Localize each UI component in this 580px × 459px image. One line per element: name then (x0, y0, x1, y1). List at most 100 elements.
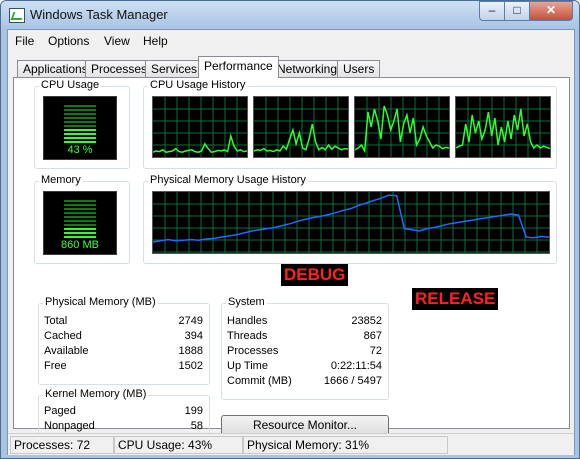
memory-group: Memory 860 MB (34, 174, 130, 264)
tab-performance[interactable]: Performance (198, 56, 279, 78)
meter-segment (64, 121, 96, 123)
tab-services[interactable]: Services (145, 60, 204, 77)
stat-row: Nonpaged 58 (44, 420, 203, 434)
cpu-usage-value: 43 % (67, 144, 93, 156)
stat-value: 394 (184, 330, 203, 342)
graph-line (355, 105, 449, 154)
meter-segment (64, 113, 96, 115)
tab-processes[interactable]: Processes (85, 60, 154, 77)
meter-segment (64, 208, 96, 210)
graph-line (153, 133, 247, 154)
close-button[interactable]: ✕ (530, 1, 573, 21)
memory-history-group: Physical Memory Usage History (143, 174, 557, 264)
meter-segment (64, 212, 96, 214)
meter-segment (64, 137, 96, 139)
menu-file[interactable]: File (15, 34, 34, 48)
stat-value: 72 (369, 345, 382, 357)
kernel-memory-label: Kernel Memory (MB) (43, 388, 149, 400)
tab-applications[interactable]: Applications (17, 60, 94, 77)
stat-row: Threads 867 (227, 330, 382, 344)
stat-row: Up Time 0:22:11:54 (227, 360, 382, 374)
meter-segment (64, 232, 96, 234)
memory-label: Memory (39, 174, 83, 186)
window-title: Windows Task Manager (30, 7, 168, 22)
stat-row: Paged 199 (44, 405, 203, 419)
status-cpu-usage: CPU Usage: 43% (114, 436, 243, 454)
performance-panel: CPU Usage 43 % CPU Usage History Memory (13, 77, 570, 438)
status-physical-memory: Physical Memory: 31% (243, 436, 448, 454)
stat-label: Total (44, 315, 68, 327)
stat-row: Cached 394 (44, 330, 203, 344)
graph-line (153, 194, 549, 243)
meter-segment (64, 220, 96, 222)
stat-label: Processes (227, 345, 279, 357)
meter-segment (64, 141, 96, 143)
stat-value: 1888 (178, 345, 203, 357)
cpu-usage-group: CPU Usage 43 % (34, 79, 130, 169)
stat-row: Processes 72 (227, 345, 382, 359)
system-label: System (226, 296, 267, 308)
memory-gauge: 860 MB (43, 191, 117, 255)
meter-segment (64, 204, 96, 206)
stat-row: Handles 23852 (227, 315, 382, 329)
cpu-usage-meter (64, 105, 96, 145)
menu-options[interactable]: Options (48, 34, 89, 48)
tab-strip: Applications Processes Services Performa… (8, 54, 574, 78)
menu-view[interactable]: View (104, 34, 130, 48)
memory-history-graph (152, 191, 550, 254)
menu-bar: File Options View Help (8, 30, 574, 52)
memory-meter (64, 200, 96, 240)
cpu-history-graph-core3 (354, 96, 450, 158)
stat-value: 867 (363, 330, 382, 342)
stat-label: Available (44, 345, 89, 357)
stat-row: Commit (MB) 1666 / 5497 (227, 375, 382, 389)
memory-value: 860 MB (61, 239, 99, 251)
cpu-history-graph-core4 (455, 96, 551, 158)
stat-row: Free 1502 (44, 360, 203, 374)
stat-label: Nonpaged (44, 420, 95, 432)
meter-segment (64, 105, 96, 107)
status-processes: Processes: 72 (10, 436, 114, 454)
stat-value: 1502 (178, 360, 203, 372)
graph-line (456, 108, 550, 150)
stat-label: Paged (44, 405, 76, 417)
stat-label: Commit (MB) (227, 375, 292, 387)
meter-segment (64, 224, 96, 226)
stat-label: Cached (44, 330, 82, 342)
meter-segment (64, 125, 96, 127)
stat-label: Up Time (227, 360, 268, 372)
meter-segment (64, 216, 96, 218)
tab-networking[interactable]: Networking (271, 60, 344, 77)
stat-label: Threads (227, 330, 268, 342)
kernel-memory-group: Kernel Memory (MB) Paged 199 Nonpaged 58 (38, 388, 210, 438)
minimize-button[interactable]: – (479, 1, 505, 21)
stat-value: 199 (184, 405, 203, 417)
cpu-usage-label: CPU Usage (39, 79, 102, 91)
stat-value: 1666 / 5497 (323, 375, 382, 387)
maximize-button[interactable]: □ (505, 1, 530, 21)
cpu-history-graph-core1 (152, 96, 248, 158)
stat-value: 0:22:11:54 (330, 360, 382, 372)
system-group: System Handles 23852 Threads 867 Processes… (221, 296, 389, 400)
stat-value: 58 (190, 420, 203, 432)
tab-users[interactable]: Users (337, 60, 381, 77)
stat-label: Handles (227, 315, 268, 327)
stat-label: Free (44, 360, 67, 372)
task-manager-window: Windows Task Manager – □ ✕ File Options … (0, 0, 580, 459)
release-annotation: RELEASE (412, 288, 499, 310)
physical-memory-group: Physical Memory (MB) Total 2749 Cached 394… (38, 296, 210, 385)
memory-history-label: Physical Memory Usage History (148, 174, 308, 186)
cpu-history-group: CPU Usage History (143, 79, 557, 169)
meter-segment (64, 236, 96, 238)
stat-row: Total 2749 (44, 315, 203, 329)
stat-value: 23852 (351, 315, 382, 327)
meter-segment (64, 129, 96, 131)
debug-annotation: DEBUG (281, 264, 349, 286)
title-bar[interactable]: Windows Task Manager – □ ✕ (1, 1, 579, 29)
stat-row: Available 1888 (44, 345, 203, 359)
menu-help[interactable]: Help (143, 34, 168, 48)
status-bar: Processes: 72 CPU Usage: 43% Physical Me… (8, 433, 574, 455)
meter-segment (64, 109, 96, 111)
graph-line (254, 123, 348, 153)
caption-buttons: – □ ✕ (479, 1, 573, 21)
